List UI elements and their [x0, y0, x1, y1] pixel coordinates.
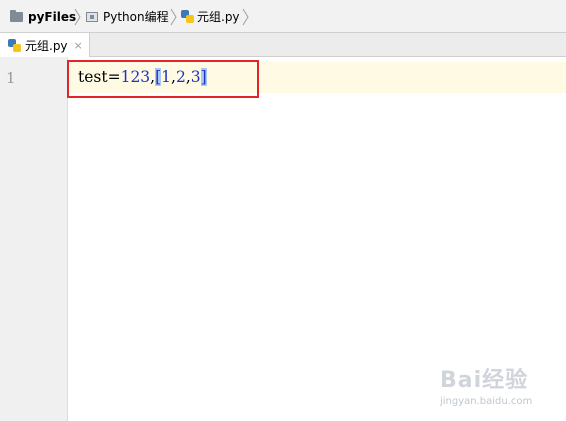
breadcrumb-project-label: pyFiles: [28, 9, 77, 24]
close-icon[interactable]: ×: [74, 39, 83, 52]
python-file-icon: [8, 38, 21, 52]
line-number-gutter: 1: [0, 57, 68, 421]
watermark-logo: Bai经验: [440, 368, 529, 393]
breadcrumb-folder[interactable]: Python编程: [86, 0, 169, 33]
python-file-icon: [181, 10, 194, 23]
tab-label: 元组.py: [25, 38, 68, 53]
watermark-url: jingyan.baidu.com: [440, 396, 533, 407]
navigation-bar: pyFiles Python编程 元组.py: [0, 0, 566, 33]
chevron-right-icon: [242, 8, 249, 26]
breadcrumb-file-label: 元组.py: [197, 10, 240, 24]
package-folder-icon: [86, 11, 98, 22]
breadcrumb-folder-label: Python编程: [103, 10, 169, 24]
chevron-right-icon: [170, 8, 177, 26]
line-number: 1: [6, 69, 16, 87]
editor-tab-bar: 元组.py ×: [0, 33, 566, 57]
chevron-right-icon: [74, 8, 81, 26]
annotation-box: [67, 60, 259, 98]
folder-icon: [10, 9, 23, 22]
breadcrumb-project[interactable]: pyFiles: [10, 0, 76, 33]
tab-file[interactable]: 元组.py ×: [0, 33, 90, 57]
breadcrumb-file[interactable]: 元组.py: [181, 0, 240, 33]
